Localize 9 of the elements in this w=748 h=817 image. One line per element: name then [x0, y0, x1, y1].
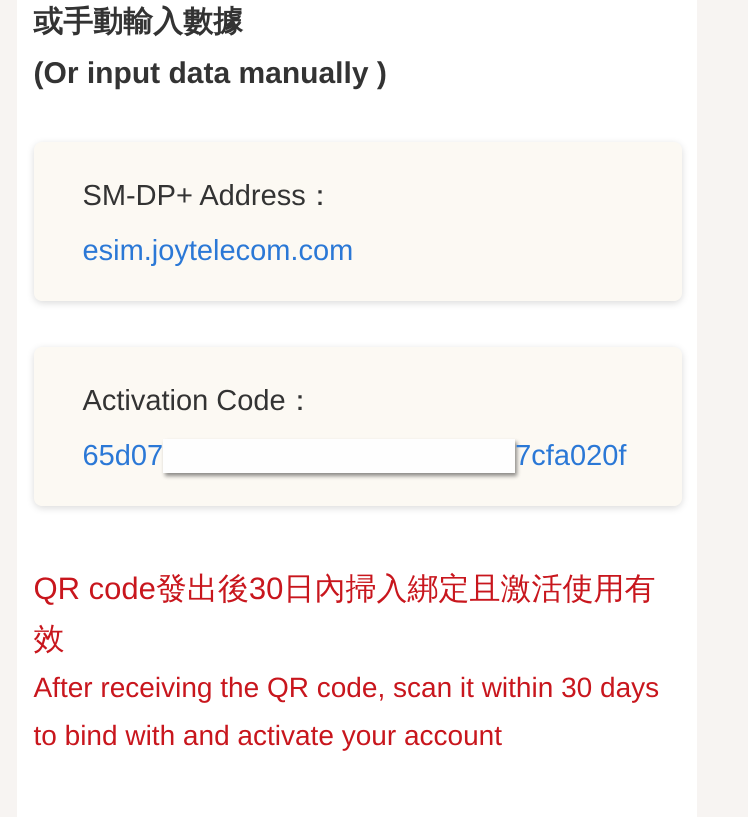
section-heading: 或手動輸入數據 [34, 4, 244, 40]
code-end: 7cfa020f [515, 439, 626, 474]
field-label: SM-DP+ Address： [82, 179, 335, 214]
notice-text: QR code發出後30日內掃入綁定且激活使用有效 [34, 570, 656, 658]
address-value: esim.joytelecom.com [82, 234, 354, 269]
code-start: 65d07 [82, 439, 164, 474]
section-subheading: (Or input data manually ) [34, 56, 387, 92]
field-label: Activation Code： [82, 384, 315, 419]
notice-text: After receiving the QR code, scan it within 30 days to bind with and activate your account [34, 671, 660, 753]
